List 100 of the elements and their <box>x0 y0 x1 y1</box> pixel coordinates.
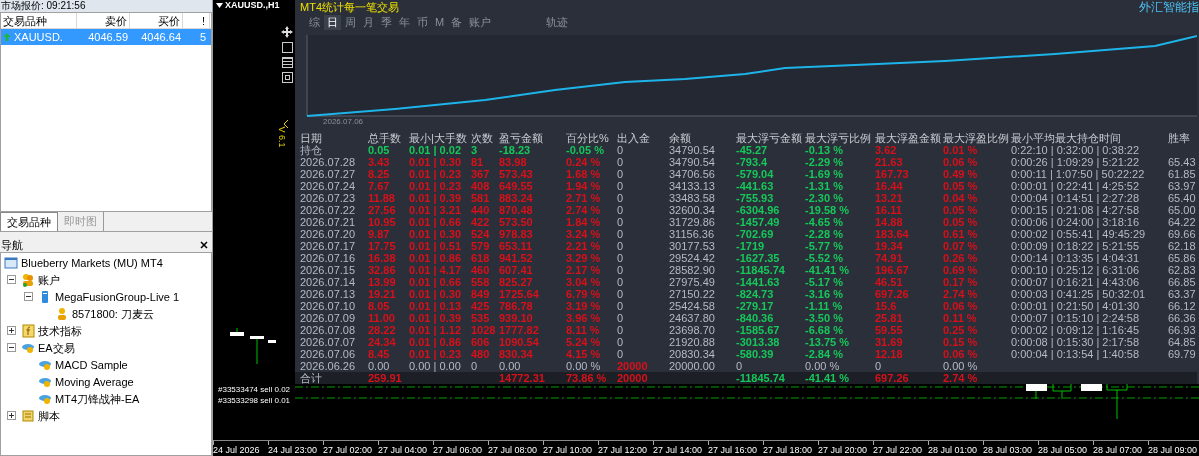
table-cell: 64.22 <box>1168 216 1196 228</box>
tab[interactable]: 年 <box>396 14 413 30</box>
table-cell: 0.01 | 1.12 <box>409 324 461 336</box>
table-cell: 2026.07.15 <box>300 264 356 276</box>
table-cell: 29524.42 <box>669 252 715 264</box>
up-arrow-icon <box>3 33 11 41</box>
tree-item[interactable]: MT4刀锋战神-EA <box>55 391 140 406</box>
tree-item[interactable]: MegaFusionGroup-Live 1 <box>55 289 180 304</box>
table-cell: 3.04 % <box>566 276 601 288</box>
table-cell: 73.86 % <box>566 372 607 384</box>
table-cell: -1457.49 <box>736 216 780 228</box>
tree-item[interactable]: 技术指标 <box>38 323 82 338</box>
table-cell: 0.05 % <box>943 180 978 192</box>
table-cell: 0 <box>617 312 624 324</box>
table-cell: 24637.80 <box>669 312 715 324</box>
table-cell: -1.31 % <box>805 180 843 192</box>
table-cell: 167.73 <box>875 168 909 180</box>
tab[interactable]: 交易品种 <box>0 212 58 231</box>
table-cell: -579.04 <box>736 168 774 180</box>
expand-icon[interactable] <box>7 326 16 335</box>
table-cell: 31.69 <box>875 336 903 348</box>
collapse-icon[interactable] <box>7 343 16 352</box>
table-cell: 607.41 <box>499 264 533 276</box>
table-cell: -3013.38 <box>736 336 780 348</box>
table-cell: 2026.07.14 <box>300 276 356 288</box>
tab[interactable]: 币 <box>414 14 431 30</box>
dropdown-icon[interactable] <box>216 2 223 8</box>
table-cell: 2026.07.06 <box>300 348 356 360</box>
table-cell: -5.17 % <box>805 276 843 288</box>
column-header[interactable]: 买价 <box>130 13 183 28</box>
table-cell: -19.58 % <box>805 204 850 216</box>
table-cell: 0:00:09 | 0:18:22 | 5:21:55 <box>1011 240 1140 252</box>
table-cell: 0.11 % <box>943 312 977 324</box>
table-cell: 20000 <box>617 372 648 384</box>
version-label: V 6.1 <box>276 126 287 148</box>
collapse-icon[interactable] <box>7 275 16 284</box>
table-cell: 11.00 <box>368 312 395 324</box>
table-cell: 3.29 % <box>566 252 601 264</box>
table-cell: 4.15 % <box>566 348 601 360</box>
table-cell: 0 <box>617 228 624 240</box>
table-cell: -41.41 % <box>805 264 850 276</box>
table-cell: 1777.82 <box>499 324 539 336</box>
table-cell: 0.01 | 0.30 <box>409 288 461 300</box>
tree-item[interactable]: 8571800: 刀麦云 <box>72 306 154 321</box>
column-header: 最大浮亏比例 <box>805 132 872 144</box>
table-cell: 11.88 <box>368 192 395 204</box>
symbol-text: XAUUSD. <box>14 30 63 45</box>
table-cell: 23698.70 <box>669 324 715 336</box>
tree-item[interactable]: 账户 <box>38 272 60 287</box>
window-icon[interactable] <box>281 72 293 83</box>
tab[interactable]: 轨迹 <box>543 14 572 30</box>
collapse-icon[interactable] <box>283 120 289 128</box>
table-cell: 0.06 % <box>943 348 978 360</box>
table-cell: 13.21 <box>875 192 903 204</box>
table-cell: 0 <box>617 264 624 276</box>
axis-label: 27 Jul 10:00 <box>543 445 593 456</box>
table-cell: 0.01 | 0.66 <box>409 276 461 288</box>
close-icon[interactable] <box>200 241 208 249</box>
date-label: 2026.07.06 <box>323 117 364 127</box>
tab[interactable]: 日 <box>324 14 341 30</box>
expand-icon[interactable] <box>7 411 16 420</box>
table-cell: 697.26 <box>875 288 909 300</box>
table-cell: 61.85 <box>1168 168 1196 180</box>
tree-item[interactable]: EA交易 <box>38 340 75 355</box>
axis-label: 27 Jul 14:00 <box>653 445 703 456</box>
column-header[interactable]: 交易品种 <box>1 13 77 28</box>
tree-item[interactable]: Blueberry Markets (MU) MT4 <box>21 255 163 270</box>
tab[interactable]: 综 <box>306 14 323 30</box>
table-cell: 3.19 % <box>566 300 601 312</box>
tree-item[interactable]: MACD Sample <box>55 357 128 372</box>
table-cell: 0.01 | 0.02 <box>409 144 461 156</box>
tree-item[interactable]: Moving Average <box>55 374 134 389</box>
tab[interactable]: 账户 <box>466 14 495 30</box>
table-cell: 62.83 <box>1168 264 1196 276</box>
table-cell: 27975.49 <box>669 276 715 288</box>
table-cell: 0:00:11 | 1:07:50 | 50:22:22 <box>1011 168 1145 180</box>
tab[interactable]: 备 <box>448 14 466 30</box>
grid-icon[interactable] <box>281 57 293 68</box>
table-cell: -41.41 % <box>805 372 850 384</box>
tree-item[interactable]: 脚本 <box>38 408 60 423</box>
table-cell: -2.30 % <box>805 192 843 204</box>
table-cell: -580.39 <box>736 348 774 360</box>
table-cell: 0.01 | 0.86 <box>409 252 461 264</box>
tab[interactable]: M <box>432 14 448 30</box>
column-header[interactable]: ! <box>183 13 210 28</box>
table-cell: 15.6 <box>875 300 897 312</box>
table-cell: 0 <box>617 288 624 300</box>
table-cell: 65.00 <box>1168 204 1196 216</box>
table-cell: 2.74 % <box>566 204 601 216</box>
column-header[interactable]: 卖价 <box>77 13 130 28</box>
table-cell: 3.96 % <box>566 312 601 324</box>
table-cell: -1627.35 <box>736 252 780 264</box>
table-cell: 1.68 % <box>566 168 601 180</box>
tab[interactable]: 周 <box>342 14 359 30</box>
tab[interactable]: 月 <box>360 14 377 30</box>
table-cell: -1441.63 <box>736 276 780 288</box>
table-cell: 0.15 % <box>943 336 978 348</box>
collapse-icon[interactable] <box>24 292 33 301</box>
tab[interactable]: 季 <box>378 14 395 30</box>
move-icon[interactable] <box>281 26 293 38</box>
